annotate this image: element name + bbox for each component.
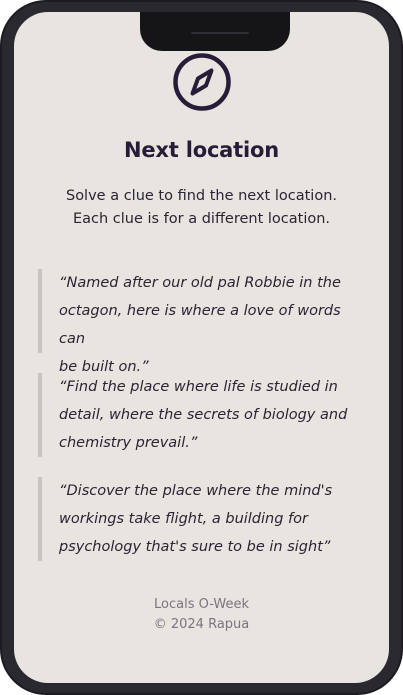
page-content: Next location Solve a clue to find the n… — [14, 12, 389, 683]
page-subtitle: Solve a clue to find the next location. … — [14, 185, 389, 231]
phone-notch — [140, 12, 290, 51]
clue-line: “Named after our old pal Robbie in the — [59, 275, 341, 291]
subtitle-line: Each clue is for a different location. — [72, 211, 331, 227]
subtitle-line: Solve a clue to find the next location. — [65, 188, 337, 204]
phone-frame: Next location Solve a clue to find the n… — [0, 0, 403, 695]
footer-copyright: © 2024 Rapua — [153, 617, 250, 632]
compass-icon — [172, 52, 232, 112]
clue-line: detail, where the secrets of biology and — [59, 407, 348, 423]
clue-line: octagon, here is where a love of words c… — [59, 303, 341, 347]
page-footer: Locals O-Week © 2024 Rapua — [14, 595, 389, 635]
clue-line: “Find the place where life is studied in — [59, 379, 338, 395]
clue-line: “Discover the place where the mind's — [59, 483, 333, 499]
clue-quote: “Discover the place where the mind's wor… — [38, 477, 368, 561]
footer-event: Locals O-Week — [154, 597, 249, 612]
clue-line: workings take flight, a building for — [59, 511, 308, 527]
clue-quote: “Find the place where life is studied in… — [38, 373, 368, 457]
speaker-grille — [191, 32, 249, 34]
page-title: Next location — [124, 138, 279, 162]
clue-line: psychology that's sure to be in sight” — [59, 539, 331, 555]
clue-quote: “Named after our old pal Robbie in the o… — [38, 269, 368, 375]
screen: Next location Solve a clue to find the n… — [14, 12, 389, 683]
clue-line: chemistry prevail.” — [59, 435, 198, 451]
